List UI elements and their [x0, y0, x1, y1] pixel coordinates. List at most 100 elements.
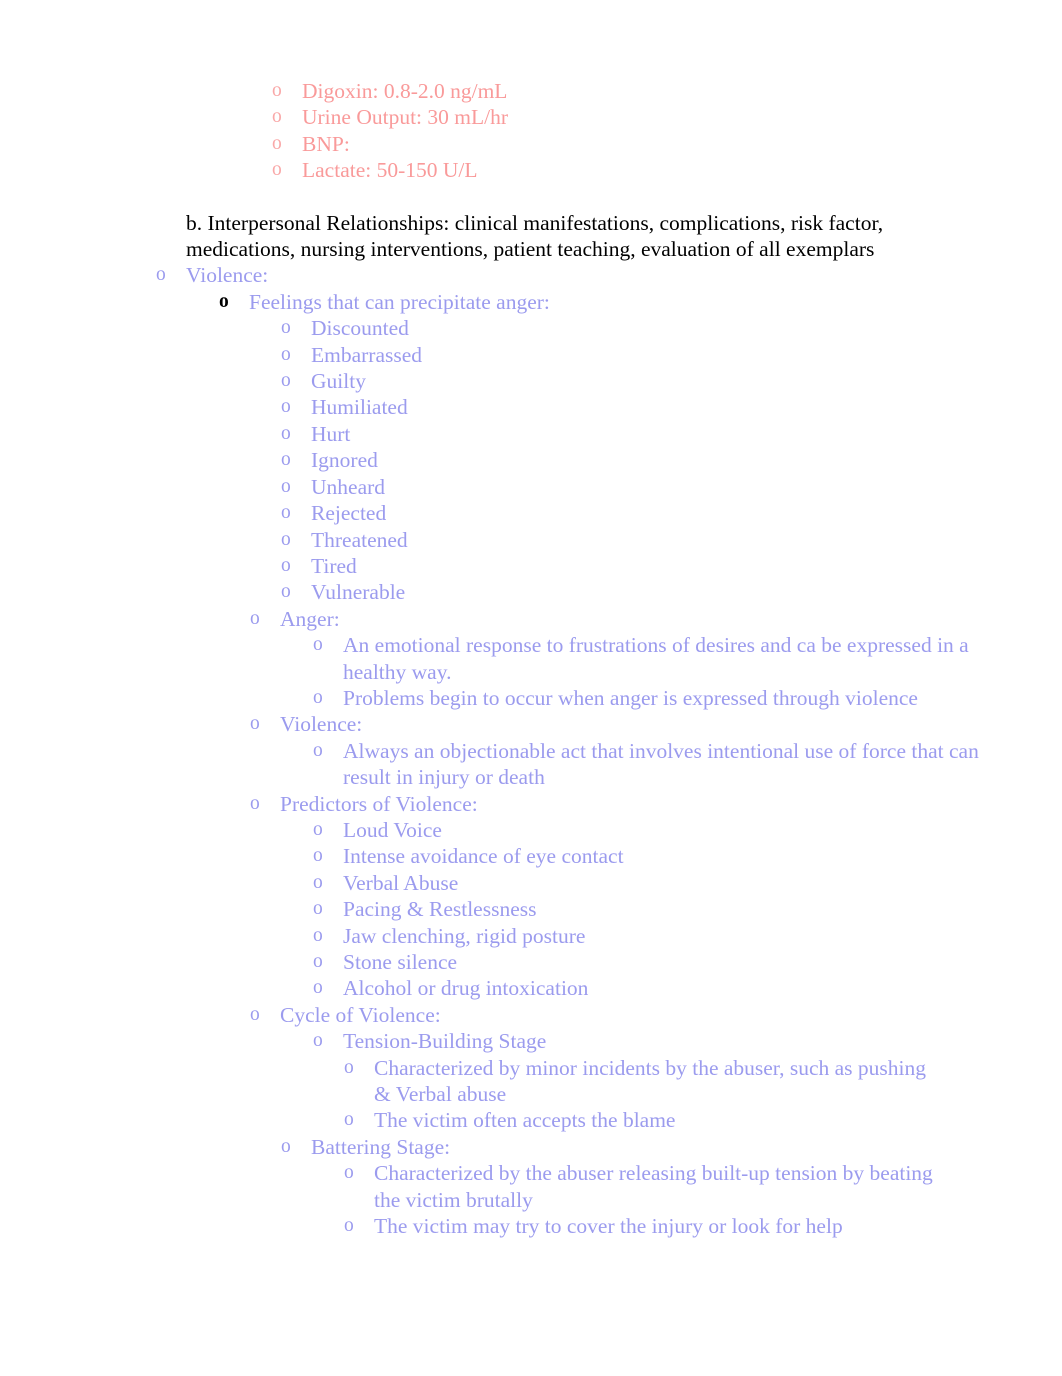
list-item: o Verbal Abuse [313, 870, 1062, 896]
bullet-marker: o [313, 739, 323, 761]
outline-heading-violence-definition: o Violence: [250, 711, 1062, 737]
bullet-marker: o [272, 159, 282, 181]
bullet-marker: o [272, 80, 282, 101]
list-item: o Jaw clenching, rigid posture [313, 923, 1062, 949]
bullet-marker: o [281, 317, 291, 339]
bullet-marker: o [344, 1162, 354, 1184]
top-margin [0, 0, 1062, 78]
list-item: o An emotional response to frustrations … [313, 632, 1003, 685]
list-item: o Lactate: 50-150 U/L [272, 157, 1062, 183]
predictors-list: o Loud Voice o Intense avoidance of eye … [0, 817, 1062, 1002]
list-item-text: Vulnerable [311, 580, 406, 605]
list-item-text: Digoxin: 0.8-2.0 ng/mL [302, 79, 508, 103]
list-item-text: Guilty [311, 369, 366, 394]
outline-heading-text: Feelings that can precipitate anger: [249, 289, 550, 314]
list-item: o Tired [281, 553, 1062, 579]
list-item-text: The victim often accepts the blame [374, 1108, 676, 1133]
section-b-text: Interpersonal Relationships: clinical ma… [186, 210, 884, 262]
list-item: o Pacing & Restlessness [313, 896, 1062, 922]
list-item-text: Problems begin to occur when anger is ex… [343, 685, 918, 710]
outline-heading-text: Predictors of Violence: [280, 791, 478, 816]
list-item: o Digoxin: 0.8-2.0 ng/mL [272, 78, 1062, 104]
list-item: o Guilty [281, 368, 1062, 394]
violence-outline: o Violence: o Feelings that can precipit… [0, 262, 1062, 1239]
section-b-marker: b. [186, 210, 203, 235]
bullet-marker: o [313, 686, 323, 708]
list-item: o BNP: [272, 131, 1062, 157]
bullet-marker: o [272, 132, 282, 154]
bullet-marker: o [281, 422, 291, 444]
list-item-text: The victim may try to cover the injury o… [374, 1214, 843, 1239]
bullet-marker: o [281, 475, 291, 497]
bullet-marker: o [313, 898, 323, 920]
bullet-marker: o [281, 1135, 291, 1157]
bullet-marker: o [313, 951, 323, 972]
list-item: o Intense avoidance of eye contact [313, 843, 1062, 869]
bullet-marker: o [281, 370, 291, 392]
bullet-marker: o [313, 818, 323, 840]
list-item-text: Characterized by the abuser releasing bu… [374, 1161, 933, 1212]
list-item: o Embarrassed [281, 342, 1062, 368]
outline-heading-text: Tension-Building Stage [343, 1029, 547, 1054]
bullet-marker: o [281, 449, 291, 471]
outline-heading-text: Anger: [280, 606, 340, 631]
bullet-marker: o [281, 343, 291, 365]
outline-heading-cycle: o Cycle of Violence: [250, 1002, 1062, 1028]
list-item-text: Pacing & Restlessness [343, 897, 537, 922]
outline-heading-anger: o Anger: [250, 606, 1062, 632]
bullet-marker: o [281, 502, 291, 524]
bullet-marker: o [219, 290, 229, 312]
list-item-text: Threatened [311, 527, 408, 552]
list-item-text: Ignored [311, 448, 378, 473]
list-item: o Always an objectionable act that invol… [313, 738, 1003, 791]
outline-heading-text: Cycle of Violence: [280, 1002, 441, 1027]
list-item-text: Hurt [311, 421, 351, 446]
list-item: o Humiliated [281, 394, 1062, 420]
list-item-text: Unheard [311, 474, 386, 499]
bullet-marker: o [156, 264, 166, 286]
list-item-text: Characterized by minor incidents by the … [374, 1055, 927, 1107]
list-item-text: Verbal Abuse [343, 870, 459, 895]
list-item: o Loud Voice [313, 817, 1062, 843]
list-item-text: Embarrassed [311, 342, 423, 367]
bullet-marker: o [313, 634, 323, 656]
outline-heading-battering-stage: o Battering Stage: [281, 1134, 1062, 1160]
list-item-text: Rejected [311, 501, 387, 526]
bullet-marker: o [344, 1109, 354, 1131]
list-item-text: Jaw clenching, rigid posture [343, 923, 586, 948]
outline-heading-text: Violence: [280, 712, 363, 737]
bullet-marker: o [344, 1215, 354, 1237]
list-item: o Rejected [281, 500, 1062, 526]
outline-heading-text: Violence: [186, 263, 269, 288]
list-item-text: Urine Output: 30 mL/hr [302, 105, 509, 130]
list-item: o Threatened [281, 527, 1062, 553]
outline-heading-violence: o Violence: [156, 262, 1062, 288]
list-item-text: Tired [311, 553, 357, 578]
list-item-text: Discounted [311, 316, 409, 341]
outline-heading-predictors: o Predictors of Violence: [250, 791, 1062, 817]
bullet-marker: o [250, 713, 260, 735]
list-item: o Characterized by the abuser releasing … [344, 1160, 944, 1213]
bullet-marker: o [313, 924, 323, 946]
bullet-marker: o [344, 1056, 354, 1078]
bullet-marker: o [250, 792, 260, 814]
list-item: o Ignored [281, 447, 1062, 473]
bullet-marker: o [281, 528, 291, 550]
list-item-text: An emotional response to frustrations of… [343, 633, 969, 684]
bullet-marker: o [313, 845, 323, 867]
list-item: o The victim often accepts the blame [344, 1107, 944, 1133]
list-item-text: Alcohol or drug intoxication [343, 976, 589, 1001]
list-item: o Alcohol or drug intoxication [313, 975, 1062, 1001]
bullet-marker: o [272, 106, 282, 128]
outline-heading-text: Battering Stage: [311, 1134, 451, 1159]
list-item-text: Loud Voice [343, 817, 442, 842]
outline-heading-feelings: o Feelings that can precipitate anger: [219, 289, 1062, 315]
bullet-marker: o [281, 396, 291, 418]
bullet-marker: o [313, 1030, 323, 1052]
bullet-marker: o [281, 581, 291, 603]
list-item-text: Humiliated [311, 395, 408, 420]
bullet-marker: o [250, 607, 260, 629]
bullet-marker: o [250, 1003, 260, 1025]
list-item: o Hurt [281, 421, 1062, 447]
